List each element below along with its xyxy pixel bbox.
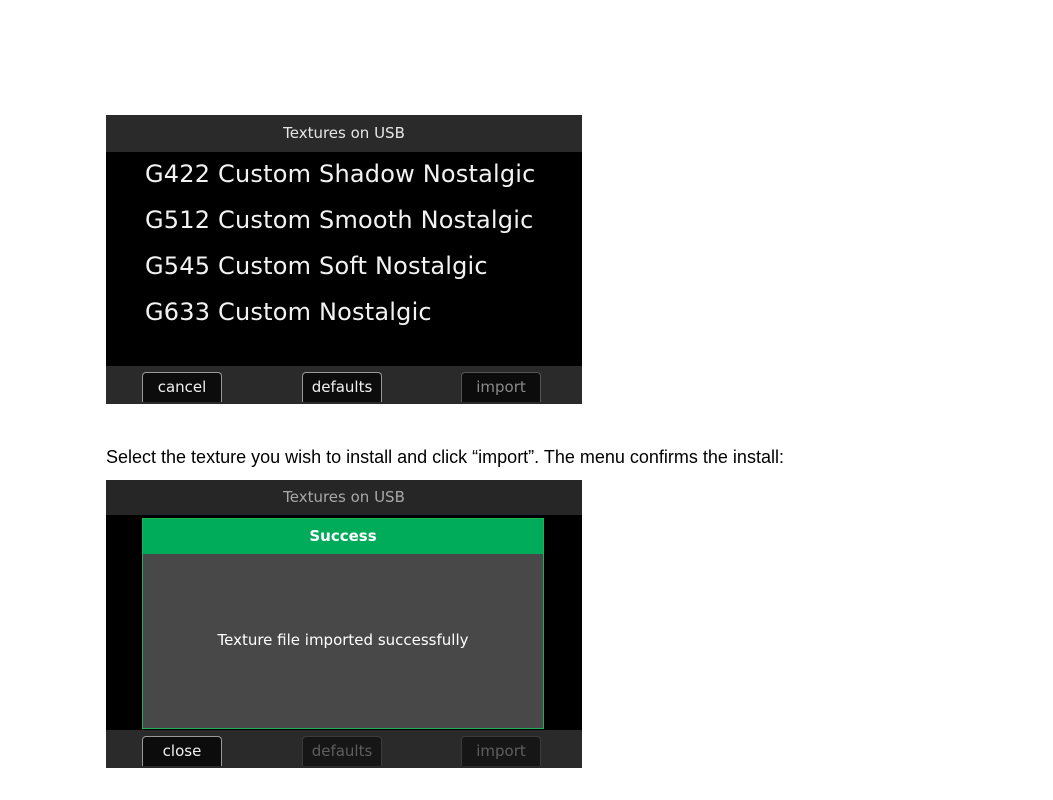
textures-screen-list: Textures on USB G422 Custom Shadow Nosta… <box>106 115 582 404</box>
defaults-button: defaults <box>302 736 382 766</box>
import-button[interactable]: import <box>461 372 541 402</box>
import-button: import <box>461 736 541 766</box>
button-bar: close defaults import <box>106 730 582 768</box>
close-button[interactable]: close <box>142 736 222 766</box>
textures-screen-success: Textures on USB Success Texture file imp… <box>106 480 582 768</box>
screen-title: Textures on USB <box>106 115 582 152</box>
instruction-text: Select the texture you wish to install a… <box>106 447 784 467</box>
button-bar: cancel defaults import <box>106 366 582 404</box>
texture-item-g633[interactable]: G633 Custom Nostalgic <box>145 298 432 326</box>
dialog-message: Texture file imported successfully <box>217 631 469 649</box>
texture-item-g512[interactable]: G512 Custom Smooth Nostalgic <box>145 206 533 234</box>
dialog-title: Success <box>143 519 543 554</box>
texture-item-g422[interactable]: G422 Custom Shadow Nostalgic <box>145 160 536 188</box>
screen-title: Textures on USB <box>106 480 582 515</box>
defaults-button[interactable]: defaults <box>302 372 382 402</box>
success-dialog: Success Texture file imported successful… <box>142 518 544 729</box>
page: Textures on USB G422 Custom Shadow Nosta… <box>0 0 1053 800</box>
texture-item-g545[interactable]: G545 Custom Soft Nostalgic <box>145 252 488 280</box>
cancel-button[interactable]: cancel <box>142 372 222 402</box>
